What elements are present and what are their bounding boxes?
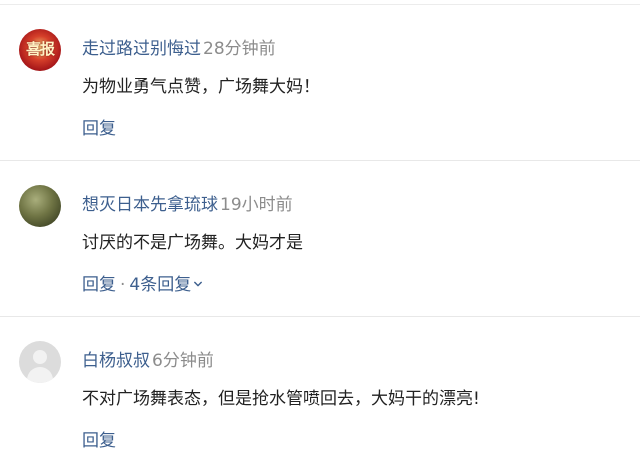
default-avatar-icon[interactable] xyxy=(19,341,61,383)
comment-text: 讨厌的不是广场舞。大妈才是 xyxy=(82,233,303,253)
comment-time: 28分钟前 xyxy=(203,39,276,59)
comment-actions: 回复 xyxy=(82,114,116,139)
reply-button[interactable]: 回复 xyxy=(82,431,116,451)
comment-divider xyxy=(0,316,640,317)
avatar-emblem: 喜报 xyxy=(25,40,55,58)
comment-username[interactable]: 白杨叔叔 xyxy=(82,351,150,371)
comment-text: 为物业勇气点赞，广场舞大妈！ xyxy=(82,77,320,97)
top-divider xyxy=(0,4,640,5)
comment-meta: 想灭日本先拿琉球 19小时前 xyxy=(82,190,293,215)
comment-text: 不对广场舞表态，但是抢水管喷回去，大妈干的漂亮! xyxy=(82,389,480,409)
comment-meta: 走过路过别悔过 28分钟前 xyxy=(82,34,276,59)
comment-actions: 回复 · 4条回复 xyxy=(82,270,203,295)
reply-button[interactable]: 回复 xyxy=(82,275,116,295)
chevron-down-icon xyxy=(194,281,203,287)
comment-time: 19小时前 xyxy=(220,195,293,215)
comment-actions: 回复 xyxy=(82,426,116,451)
avatar[interactable] xyxy=(19,185,61,227)
avatar-body-shape xyxy=(27,367,53,383)
view-replies-label: 4条回复 xyxy=(129,275,192,295)
action-separator: · xyxy=(120,275,126,295)
comment-username[interactable]: 想灭日本先拿琉球 xyxy=(82,195,218,215)
avatar[interactable]: 喜报 xyxy=(19,29,61,71)
comment-username[interactable]: 走过路过别悔过 xyxy=(82,39,201,59)
view-replies-button[interactable]: 4条回复 xyxy=(129,275,203,295)
comment-divider xyxy=(0,160,640,161)
comment-meta: 白杨叔叔 6分钟前 xyxy=(82,346,214,371)
comment-time: 6分钟前 xyxy=(152,351,214,371)
reply-button[interactable]: 回复 xyxy=(82,119,116,139)
avatar-head-shape xyxy=(33,350,47,364)
